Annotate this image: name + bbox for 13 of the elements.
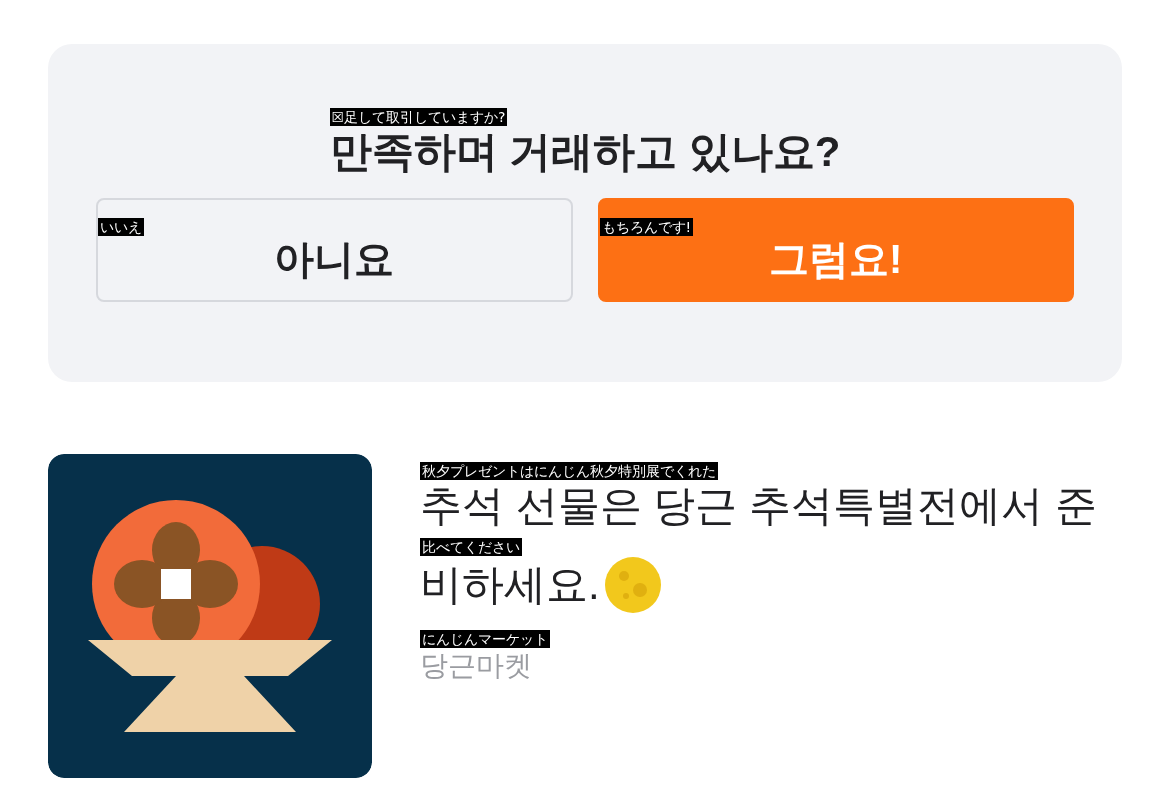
translation-label: ☒足して取引していますか? <box>329 108 508 126</box>
translation-label: 比べてください <box>420 538 522 556</box>
article-source: 당근마켓 <box>420 649 533 683</box>
full-moon-icon <box>603 556 662 614</box>
translation-label: いいえ <box>98 218 144 236</box>
translation-label: にんじんマーケット <box>420 630 550 648</box>
translation-label: 秋夕プレゼントはにんじん秋夕特別展でくれた <box>420 462 718 480</box>
survey-question: 만족하며 거래하고 있나요? <box>329 127 841 177</box>
translation-label: もちろんです! <box>599 218 694 236</box>
article-title-line: 추석 선물은 당근 추석특별전에서 준 <box>420 481 1097 531</box>
no-button[interactable]: いいえ 아니요 <box>96 198 573 302</box>
article-title-line: 비하세요. <box>420 560 600 610</box>
yes-button[interactable]: もちろんです! 그럼요! <box>597 198 1074 302</box>
